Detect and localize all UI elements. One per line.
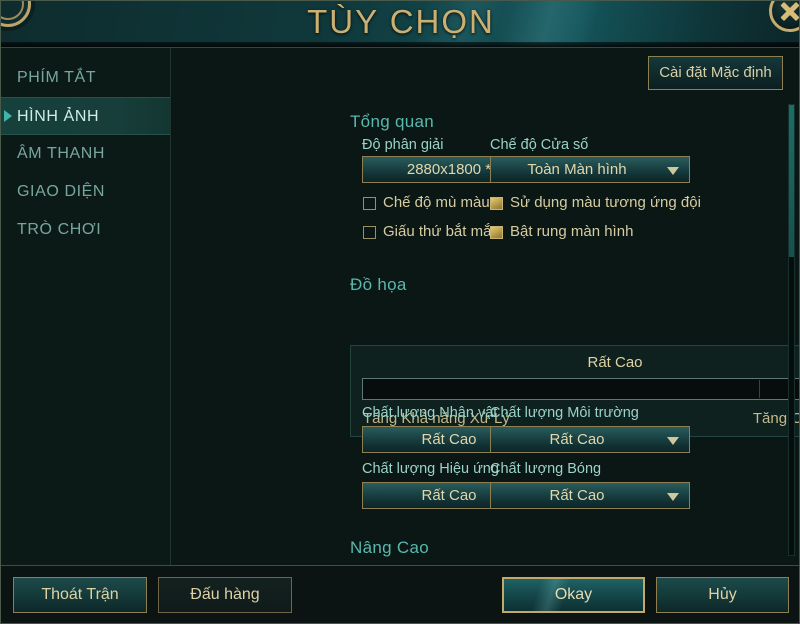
label-environment-quality: Chất lượng Môi trường xyxy=(490,405,639,421)
label-window-mode: Chế độ Cửa sổ xyxy=(490,137,589,153)
sidebar-item-label: GIAO DIỆN xyxy=(17,183,106,200)
sidebar-item-video[interactable]: HÌNH ẢNH xyxy=(1,97,170,135)
label-character-quality: Chất lượng Nhân vật xyxy=(362,405,498,421)
checkbox-box-icon xyxy=(363,226,376,239)
sidebar-item-label: TRÒ CHƠI xyxy=(17,221,102,238)
label-effects-quality: Chất lượng Hiệu ứng xyxy=(362,461,499,477)
checkbox-hide-eye-candy[interactable]: Giấu thứ bắt mắt xyxy=(363,223,496,240)
shadow-quality-dropdown[interactable]: Rất Cao xyxy=(490,482,690,509)
sidebar-item-label: ÂM THANH xyxy=(17,145,106,162)
checkbox-team-colors[interactable]: Sử dụng màu tương ứng đội xyxy=(490,194,701,211)
shadow-quality-value: Rất Cao xyxy=(549,487,605,504)
window-mode-dropdown[interactable]: Toàn Màn hình xyxy=(490,156,690,183)
checkbox-label: Giấu thứ bắt mắt xyxy=(383,223,496,240)
window-header: TÙY CHỌN xyxy=(1,1,799,48)
slider-tick xyxy=(758,380,760,398)
section-title-graphics: Đồ họa xyxy=(350,275,407,294)
sidebar-item-audio[interactable]: ÂM THANH xyxy=(1,135,170,173)
environment-quality-dropdown[interactable]: Rất Cao xyxy=(490,426,690,453)
window-body: PHÍM TẮT HÌNH ẢNH ÂM THANH GIAO DIỆN TRÒ… xyxy=(1,48,799,566)
checkbox-screen-shake[interactable]: Bật rung màn hình xyxy=(490,223,633,240)
window-footer: Thoát Trận Đấu hàng Okay Hủy xyxy=(1,565,799,623)
checkbox-label: Bật rung màn hình xyxy=(510,223,634,240)
section-title-overview: Tổng quan xyxy=(350,112,434,131)
checkbox-box-icon xyxy=(363,197,376,210)
graphics-preset-value: Rất Cao xyxy=(587,354,643,371)
sidebar-item-label: PHÍM TẮT xyxy=(17,69,97,86)
sidebar-item-hotkeys[interactable]: PHÍM TẮT xyxy=(1,59,170,97)
content-scrollbar[interactable] xyxy=(788,104,795,556)
sidebar-item-gameplay[interactable]: TRÒ CHƠI xyxy=(1,211,170,249)
checkbox-label: Chế độ mù màu xyxy=(383,194,490,211)
content-scrollbar-thumb[interactable] xyxy=(789,105,794,257)
graphics-preset-panel: Rất Cao Tăng Khả năng Xử Lý Tăng Chất lư… xyxy=(350,345,799,437)
window-mode-value: Toàn Màn hình xyxy=(527,161,627,178)
checkbox-box-checked-icon xyxy=(490,226,503,239)
sidebar-item-label: HÌNH ẢNH xyxy=(17,108,100,125)
label-resolution: Độ phân giải xyxy=(362,137,444,153)
chevron-down-icon xyxy=(667,492,679,501)
checkbox-label: Sử dụng màu tương ứng đội xyxy=(510,194,701,211)
restore-defaults-button[interactable]: Cài đặt Mặc định xyxy=(648,56,783,90)
label-shadow-quality: Chất lượng Bóng xyxy=(490,461,602,477)
page-title: TÙY CHỌN xyxy=(307,3,495,40)
settings-panel: Cài đặt Mặc định Tổng quan Độ phân giải … xyxy=(172,48,799,566)
checkbox-box-checked-icon xyxy=(490,197,503,210)
active-arrow-icon xyxy=(4,110,12,122)
chevron-down-icon xyxy=(667,436,679,445)
options-window: TÙY CHỌN PHÍM TẮT HÌNH ẢNH ÂM THANH GIAO… xyxy=(0,0,800,624)
section-title-advanced: Nâng Cao xyxy=(350,538,429,557)
sidebar-item-interface[interactable]: GIAO DIỆN xyxy=(1,173,170,211)
exit-match-button[interactable]: Thoát Trận xyxy=(13,577,147,613)
checkbox-colorblind-mode[interactable]: Chế độ mù màu xyxy=(363,194,490,211)
surrender-button[interactable]: Đấu hàng xyxy=(158,577,292,613)
chevron-down-icon xyxy=(667,166,679,175)
environment-quality-value: Rất Cao xyxy=(549,431,605,448)
graphics-quality-slider[interactable] xyxy=(362,378,799,400)
okay-button[interactable]: Okay xyxy=(502,577,645,613)
sidebar: PHÍM TẮT HÌNH ẢNH ÂM THANH GIAO DIỆN TRÒ… xyxy=(1,48,171,566)
cancel-button[interactable]: Hủy xyxy=(656,577,789,613)
